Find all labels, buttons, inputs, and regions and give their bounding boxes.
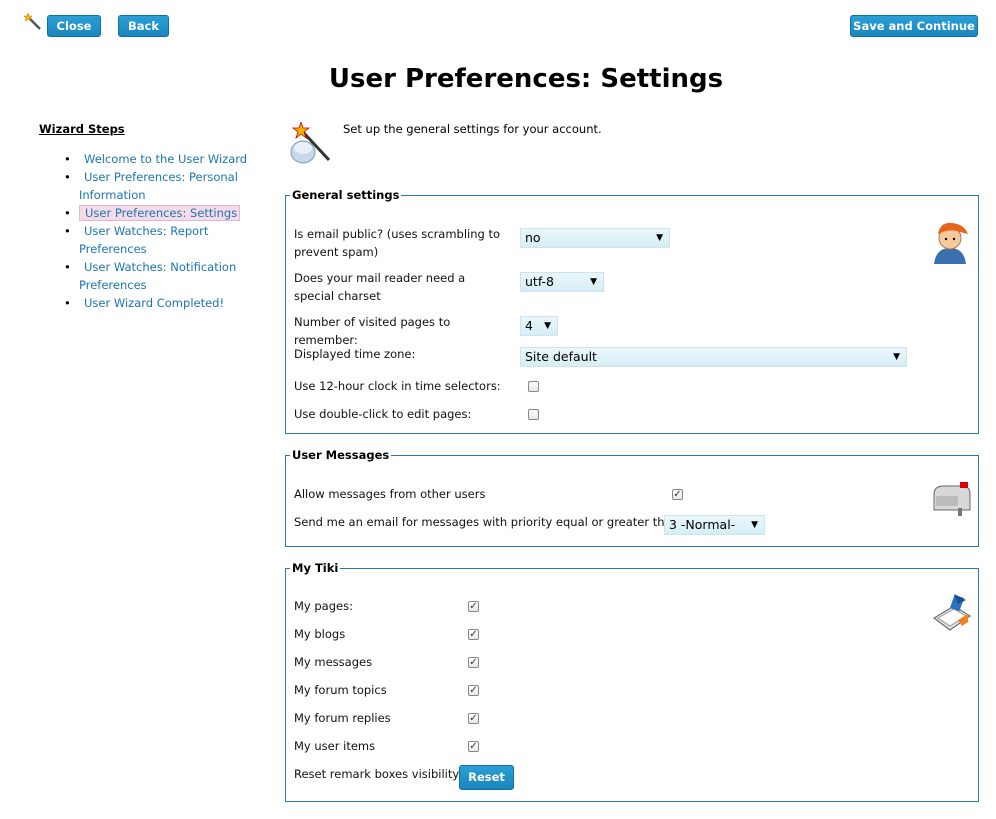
- back-button[interactable]: Back: [118, 15, 169, 37]
- page-title: User Preferences: Settings: [328, 64, 724, 94]
- my-user-items-label: My user items: [294, 739, 376, 753]
- chevron-down-icon: ▼: [751, 520, 758, 530]
- timezone-label: Displayed time zone:: [294, 347, 416, 361]
- visited-pages-select[interactable]: 4 ▼: [520, 316, 558, 336]
- timezone-select[interactable]: Site default ▼: [520, 347, 907, 367]
- priority-select[interactable]: 3 -Normal- ▼: [664, 515, 765, 535]
- clock12-label: Use 12-hour clock in time selectors:: [294, 379, 501, 393]
- user-avatar-icon: [930, 218, 970, 267]
- reset-button[interactable]: Reset: [459, 765, 514, 790]
- my-forum-topics-label: My forum topics: [294, 683, 387, 697]
- my-forum-replies-checkbox[interactable]: ✓: [468, 713, 479, 724]
- email-public-select[interactable]: no ▼: [520, 228, 670, 248]
- allow-messages-label: Allow messages from other users: [294, 487, 486, 501]
- wizard-steps-title: Wizard Steps: [39, 122, 125, 136]
- wizard-steps-list: • Welcome to the User Wizard • User Prefer…: [64, 150, 279, 312]
- wizard-step-label[interactable]: Welcome to the User Wizard: [79, 152, 247, 166]
- wizard-step-report-preferences[interactable]: • User Watches: Report Preferences: [64, 222, 279, 258]
- allow-messages-checkbox[interactable]: ✓: [672, 489, 683, 500]
- my-messages-label: My messages: [294, 655, 373, 669]
- wizard-icon: [289, 120, 333, 167]
- mailbox-icon: [932, 482, 972, 519]
- my-pages-checkbox[interactable]: ✓: [468, 601, 479, 612]
- email-public-label: Is email public? (uses scrambling to pre…: [294, 227, 501, 259]
- wizard-step-settings[interactable]: • User Preferences: Settings: [64, 204, 279, 222]
- double-click-checkbox[interactable]: [528, 409, 539, 420]
- wizard-step-notification-preferences[interactable]: • User Watches: Notification Preferences: [64, 258, 279, 294]
- close-button[interactable]: Close: [47, 15, 101, 37]
- chevron-down-icon: ▼: [656, 233, 663, 243]
- my-pages-label: My pages:: [294, 599, 353, 613]
- general-settings-legend: General settings: [292, 188, 400, 202]
- wizard-step-label[interactable]: User Watches: Report Preferences: [79, 224, 208, 256]
- reset-remark-label: Reset remark boxes visibility: [294, 767, 460, 781]
- charset-select[interactable]: utf-8 ▼: [520, 272, 604, 292]
- charset-label: Does your mail reader need a special cha…: [294, 271, 466, 303]
- my-tiki-legend: My Tiki: [292, 561, 339, 575]
- my-forum-topics-checkbox[interactable]: ✓: [468, 685, 479, 696]
- user-messages-legend: User Messages: [292, 448, 390, 462]
- wizard-step-label[interactable]: User Watches: Notification Preferences: [79, 260, 236, 292]
- save-and-continue-button[interactable]: Save and Continue: [850, 15, 978, 37]
- my-forum-replies-label: My forum replies: [294, 711, 391, 725]
- wizard-step-label[interactable]: User Preferences: Personal Information: [79, 170, 238, 202]
- double-click-label: Use double-click to edit pages:: [294, 407, 472, 421]
- wizard-step-label[interactable]: User Wizard Completed!: [79, 296, 224, 310]
- wizard-wand-icon: [23, 12, 42, 34]
- chevron-down-icon: ▼: [544, 321, 551, 331]
- priority-label: Send me an email for messages with prior…: [294, 515, 683, 529]
- wizard-step-welcome[interactable]: • Welcome to the User Wizard: [64, 150, 279, 168]
- my-messages-checkbox[interactable]: ✓: [468, 657, 479, 668]
- my-blogs-label: My blogs: [294, 627, 346, 641]
- wizard-step-completed[interactable]: • User Wizard Completed!: [64, 294, 279, 312]
- my-blogs-checkbox[interactable]: ✓: [468, 629, 479, 640]
- wizard-step-personal-info[interactable]: • User Preferences: Personal Information: [64, 168, 279, 204]
- intro-text: Set up the general settings for your acc…: [343, 122, 602, 136]
- my-tiki-icon: [932, 592, 972, 637]
- visited-pages-label: Number of visited pages to remember:: [294, 315, 451, 347]
- chevron-down-icon: ▼: [590, 277, 597, 287]
- wizard-step-label[interactable]: User Preferences: Settings: [79, 205, 241, 221]
- clock12-checkbox[interactable]: [528, 381, 539, 392]
- chevron-down-icon: ▼: [893, 352, 900, 362]
- my-user-items-checkbox[interactable]: ✓: [468, 741, 479, 752]
